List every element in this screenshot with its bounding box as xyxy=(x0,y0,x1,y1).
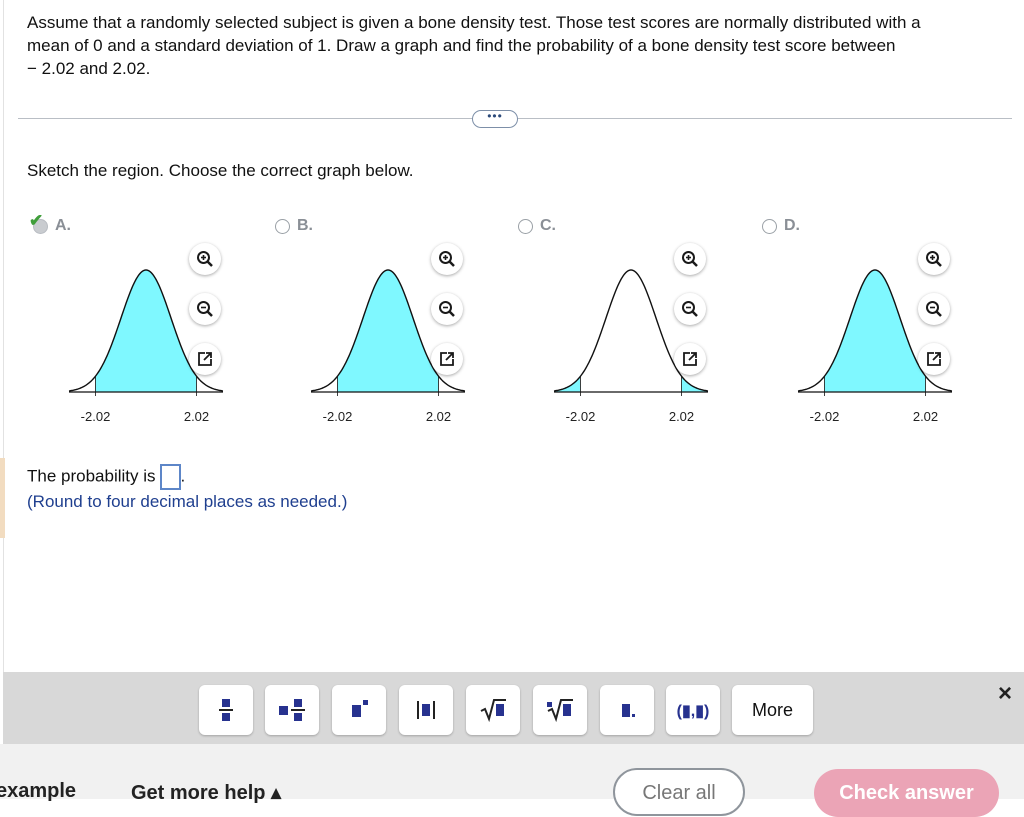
tick-label-left: -2.02 xyxy=(323,409,353,424)
left-accent-bar xyxy=(0,458,5,538)
option-a[interactable]: ✔ A. -2.02 2.02 xyxy=(27,210,263,440)
question-line-3: − 2.02 and 2.02. xyxy=(27,59,151,78)
absolute-value-button[interactable] xyxy=(399,685,453,735)
zoom-out-icon xyxy=(682,301,698,317)
zoom-in-button[interactable] xyxy=(431,243,463,275)
example-link[interactable]: example xyxy=(0,780,76,803)
probability-answer-input[interactable] xyxy=(159,464,181,490)
zoom-out-icon xyxy=(439,301,455,317)
decimal-button[interactable] xyxy=(600,685,654,735)
normal-curve-graph-c: -2.02 2.02 xyxy=(553,269,709,424)
tick-label-right: 2.02 xyxy=(913,409,938,424)
question-line-1: Assume that a randomly selected subject … xyxy=(27,13,921,32)
option-b[interactable]: B. -2.02 2.02 xyxy=(269,210,505,440)
zoom-in-icon xyxy=(682,251,698,267)
popout-button[interactable] xyxy=(431,343,463,375)
zoom-in-button[interactable] xyxy=(189,243,221,275)
normal-curve-graph-d: -2.02 2.02 xyxy=(797,269,953,424)
get-more-help-link[interactable]: Get more help ▴ xyxy=(131,780,281,805)
check-answer-button[interactable]: Check answer xyxy=(814,769,999,817)
popout-icon xyxy=(927,352,941,366)
instruction-text: Sketch the region. Choose the correct gr… xyxy=(27,161,414,180)
math-toolbar: (▮,▮) More × xyxy=(3,672,1024,744)
zoom-in-button[interactable] xyxy=(674,243,706,275)
zoom-out-icon xyxy=(197,301,213,317)
close-icon[interactable]: × xyxy=(998,680,1012,708)
popout-button[interactable] xyxy=(189,343,221,375)
interval-button[interactable]: (▮,▮) xyxy=(666,685,720,735)
probability-line: The probability is. xyxy=(27,464,185,490)
mixed-number-icon xyxy=(279,699,305,721)
nth-root-button[interactable] xyxy=(533,685,587,735)
fraction-button[interactable] xyxy=(199,685,253,735)
left-border xyxy=(3,0,4,672)
tick-label-left: -2.02 xyxy=(566,409,596,424)
zoom-out-icon xyxy=(926,301,942,317)
option-c[interactable]: C. -2.02 2.02 xyxy=(512,210,748,440)
zoom-in-icon xyxy=(439,251,455,267)
tick-label-left: -2.02 xyxy=(810,409,840,424)
svg-text:(▮,▮): (▮,▮) xyxy=(677,703,710,720)
shaded-region xyxy=(824,270,926,392)
square-root-button[interactable] xyxy=(466,685,520,735)
probability-suffix: . xyxy=(180,466,186,486)
probability-prefix: The probability is xyxy=(27,466,156,486)
zoom-in-button[interactable] xyxy=(918,243,950,275)
popout-icon xyxy=(198,352,212,366)
popout-button[interactable] xyxy=(918,343,950,375)
tick-label-right: 2.02 xyxy=(184,409,209,424)
popout-icon xyxy=(440,352,454,366)
normal-curve-graph-a: -2.02 2.02 xyxy=(68,269,224,424)
popout-button[interactable] xyxy=(674,343,706,375)
zoom-out-button[interactable] xyxy=(431,293,463,325)
nth-root-icon xyxy=(547,699,573,723)
exponent-button[interactable] xyxy=(332,685,386,735)
square-root-icon xyxy=(480,699,506,723)
option-d[interactable]: D. -2.02 2.02 xyxy=(756,210,992,440)
mixed-number-button[interactable] xyxy=(265,685,319,735)
absolute-value-icon xyxy=(417,701,435,719)
exponent-icon xyxy=(352,700,368,717)
question-text: Assume that a randomly selected subject … xyxy=(27,11,1002,80)
tick-label-left: -2.02 xyxy=(81,409,111,424)
decimal-icon xyxy=(622,704,635,717)
more-button[interactable]: More xyxy=(732,685,813,735)
expand-more-button[interactable]: ••• xyxy=(472,110,518,128)
fraction-icon xyxy=(219,699,233,721)
zoom-out-button[interactable] xyxy=(674,293,706,325)
zoom-in-icon xyxy=(197,251,213,267)
zoom-in-icon xyxy=(926,251,942,267)
question-line-2: mean of 0 and a standard deviation of 1.… xyxy=(27,36,896,55)
rounding-note: (Round to four decimal places as needed.… xyxy=(27,492,348,511)
tick-label-right: 2.02 xyxy=(669,409,694,424)
popout-icon xyxy=(683,352,697,366)
interval-icon: (▮,▮) xyxy=(677,703,710,720)
zoom-out-button[interactable] xyxy=(189,293,221,325)
normal-curve-graph-b: -2.02 2.02 xyxy=(310,269,466,424)
footer-bar: example Get more help ▴ Clear all Check … xyxy=(0,744,1024,817)
tick-label-right: 2.02 xyxy=(426,409,451,424)
zoom-out-button[interactable] xyxy=(918,293,950,325)
clear-all-button[interactable]: Clear all xyxy=(613,768,745,816)
shaded-region xyxy=(95,270,197,392)
shaded-region xyxy=(337,270,439,392)
